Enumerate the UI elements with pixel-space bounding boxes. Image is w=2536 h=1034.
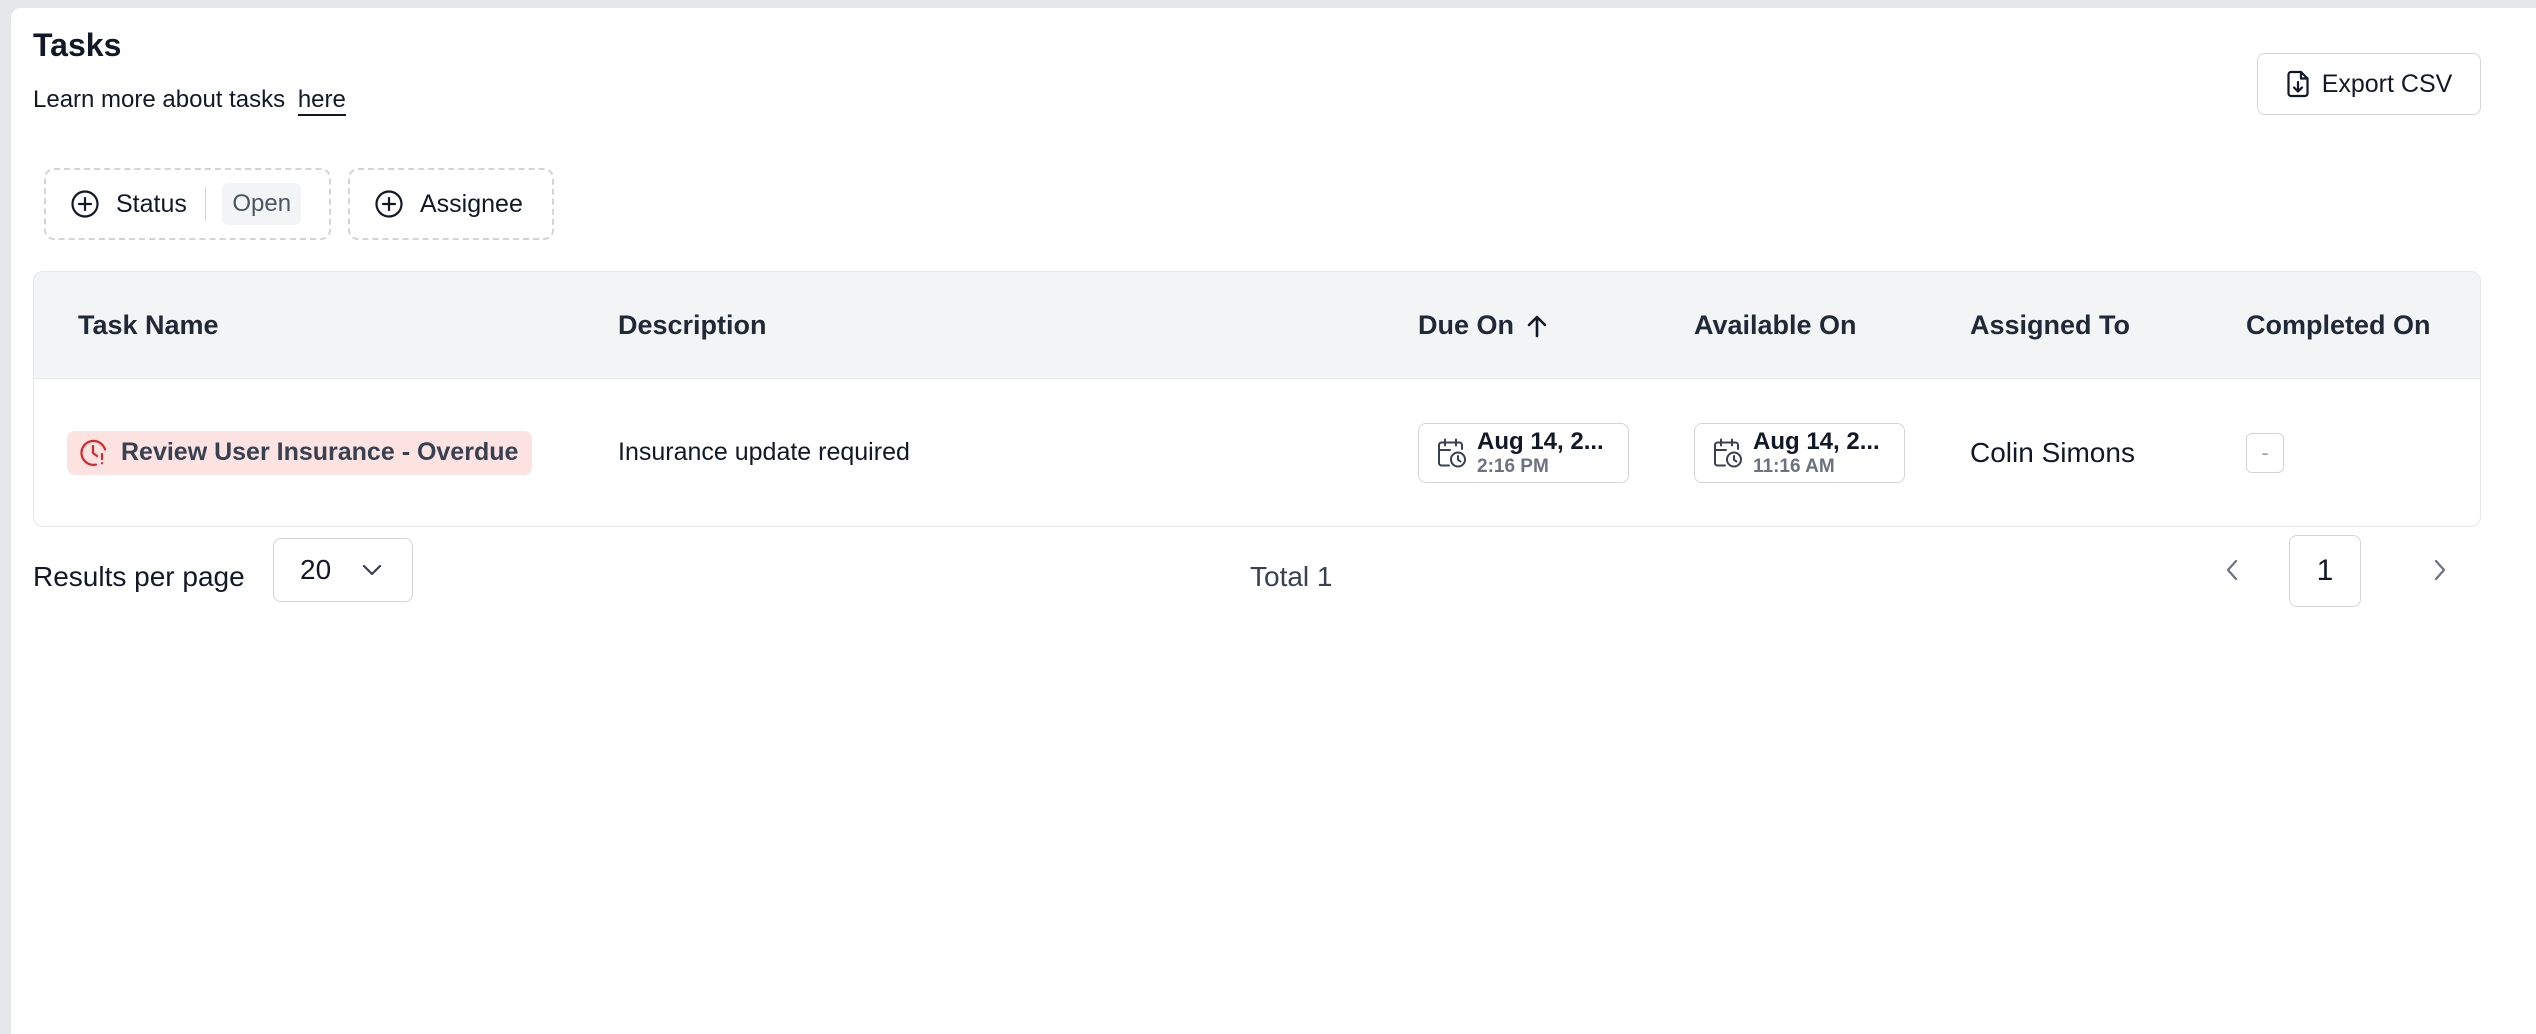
task-name-badge[interactable]: Review User Insurance - Overdue [67,430,533,475]
assignee-filter-label: Assignee [420,189,523,218]
table-header: Task Name Description Due On Available O… [34,272,2480,379]
completed-on-empty: - [2246,432,2284,473]
column-header-available-on[interactable]: Available On [1694,272,1857,379]
column-header-description[interactable]: Description [618,272,767,379]
calendar-clock-icon [1437,437,1467,469]
page-subtitle: Learn more about tasks here [33,86,346,116]
status-filter-label: Status [116,189,187,218]
filter-divider [204,187,207,221]
column-label: Assigned To [1970,310,2131,340]
task-name-cell: Review User Insurance - Overdue [67,379,533,526]
due-on-time: 2:16 PM [1477,455,1549,477]
column-label: Description [618,310,767,340]
file-download-icon [2286,70,2310,98]
chevron-right-icon [2433,558,2447,582]
due-on-date: Aug 14, 2... [1477,427,1604,455]
available-on-date-box: Aug 14, 2... 11:16 AM [1694,422,1905,483]
column-label: Task Name [78,310,219,340]
status-filter[interactable]: Status Open [44,168,331,240]
export-csv-button[interactable]: Export CSV [2257,53,2481,115]
calendar-clock-icon [1713,437,1743,469]
task-name-text: Review User Insurance - Overdue [121,438,519,466]
clock-alert-icon [79,438,109,468]
column-header-due-on[interactable]: Due On [1418,272,1548,379]
due-on-cell: Aug 14, 2... 2:16 PM [1418,379,1629,526]
chevron-left-icon [2225,558,2239,582]
column-header-completed-on[interactable]: Completed On [2246,272,2431,379]
due-on-date-box: Aug 14, 2... 2:16 PM [1418,422,1629,483]
assignee-filter[interactable]: Assignee [348,168,554,240]
export-csv-label: Export CSV [2321,69,2453,98]
tasks-table: Task Name Description Due On Available O… [33,271,2481,527]
learn-more-link[interactable]: here [297,86,346,116]
chevron-down-icon [361,563,383,577]
subtitle-text: Learn more about tasks [33,86,286,113]
available-on-cell: Aug 14, 2... 11:16 AM [1694,379,1905,526]
page-title: Tasks [33,27,122,63]
column-label: Due On [1418,310,1515,340]
total-count: Total 1 [1250,561,1333,592]
results-per-page-label: Results per page [33,561,245,592]
plus-circle-icon [70,189,100,219]
results-per-page-select[interactable]: 20 [273,538,413,602]
completed-on-cell: - [2246,379,2284,526]
column-label: Available On [1694,310,1857,340]
column-header-assigned-to[interactable]: Assigned To [1970,272,2130,379]
status-filter-value: Open [222,183,302,225]
previous-page-button[interactable] [2210,548,2254,592]
results-per-page-value: 20 [300,554,332,585]
column-header-task-name[interactable]: Task Name [78,272,219,379]
column-label: Completed On [2246,310,2431,340]
assigned-to-cell: Colin Simons [1970,436,2135,468]
page-number-button[interactable]: 1 [2289,535,2361,607]
next-page-button[interactable] [2418,548,2462,592]
due-on-date-text: Aug 14, 2... 2:16 PM [1477,427,1604,477]
arrow-up-icon [1526,314,1548,338]
available-on-time: 11:16 AM [1753,455,1835,477]
plus-circle-icon [374,189,404,219]
description-cell: Insurance update required [618,438,910,466]
available-on-date-text: Aug 14, 2... 11:16 AM [1753,427,1880,477]
available-on-date: Aug 14, 2... [1753,427,1880,455]
